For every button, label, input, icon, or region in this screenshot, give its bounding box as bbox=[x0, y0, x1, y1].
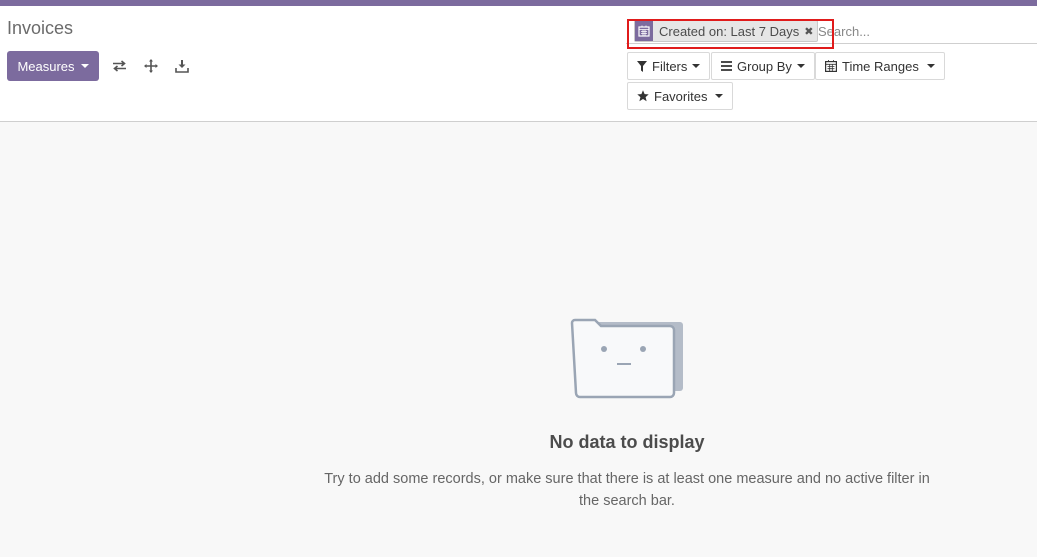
time-ranges-label: Time Ranges bbox=[842, 58, 919, 74]
caret-down-icon bbox=[715, 94, 724, 98]
facet-label: Created on: Last 7 Days bbox=[659, 23, 800, 39]
expand-all-icon bbox=[144, 59, 158, 73]
caret-down-icon bbox=[692, 64, 701, 68]
download-button[interactable] bbox=[173, 57, 191, 75]
flip-axis-icon bbox=[112, 60, 126, 72]
group-by-dropdown[interactable]: Group By bbox=[711, 52, 815, 80]
calendar-icon bbox=[635, 21, 653, 41]
group-by-label: Group By bbox=[737, 58, 792, 74]
search-input[interactable] bbox=[818, 21, 1028, 41]
empty-state-title: No data to display bbox=[549, 432, 705, 452]
caret-down-icon bbox=[80, 64, 89, 68]
expand-all-button[interactable] bbox=[142, 57, 160, 75]
download-icon bbox=[175, 60, 189, 73]
pivot-empty-area: No data to display Try to add some recor… bbox=[0, 122, 1037, 557]
star-icon bbox=[637, 90, 649, 102]
empty-state-message: Try to add some records, or make sure th… bbox=[324, 471, 930, 509]
close-icon[interactable]: ✖ bbox=[804, 25, 817, 38]
page-title: Invoices bbox=[7, 18, 74, 38]
calendar-icon bbox=[825, 60, 837, 72]
bars-icon bbox=[721, 61, 732, 71]
filters-label: Filters bbox=[652, 58, 688, 74]
empty-folder-icon bbox=[570, 318, 685, 405]
favorites-dropdown[interactable]: Favorites bbox=[627, 82, 734, 110]
time-ranges-dropdown[interactable]: Time Ranges bbox=[815, 52, 945, 80]
favorites-label: Favorites bbox=[654, 88, 708, 104]
filter-icon bbox=[637, 60, 647, 72]
control-panel: Invoices Measures Created on: Last 7 Day… bbox=[0, 6, 1037, 122]
measures-button[interactable]: Measures bbox=[7, 51, 99, 81]
filters-dropdown[interactable]: Filters bbox=[627, 52, 711, 80]
search-bar: Created on: Last 7 Days ✖ bbox=[626, 16, 1037, 44]
search-facet[interactable]: Created on: Last 7 Days ✖ bbox=[634, 20, 819, 42]
measures-label: Measures bbox=[17, 58, 75, 74]
flip-axis-button[interactable] bbox=[110, 57, 128, 75]
caret-down-icon bbox=[926, 64, 935, 68]
caret-down-icon bbox=[796, 64, 805, 68]
